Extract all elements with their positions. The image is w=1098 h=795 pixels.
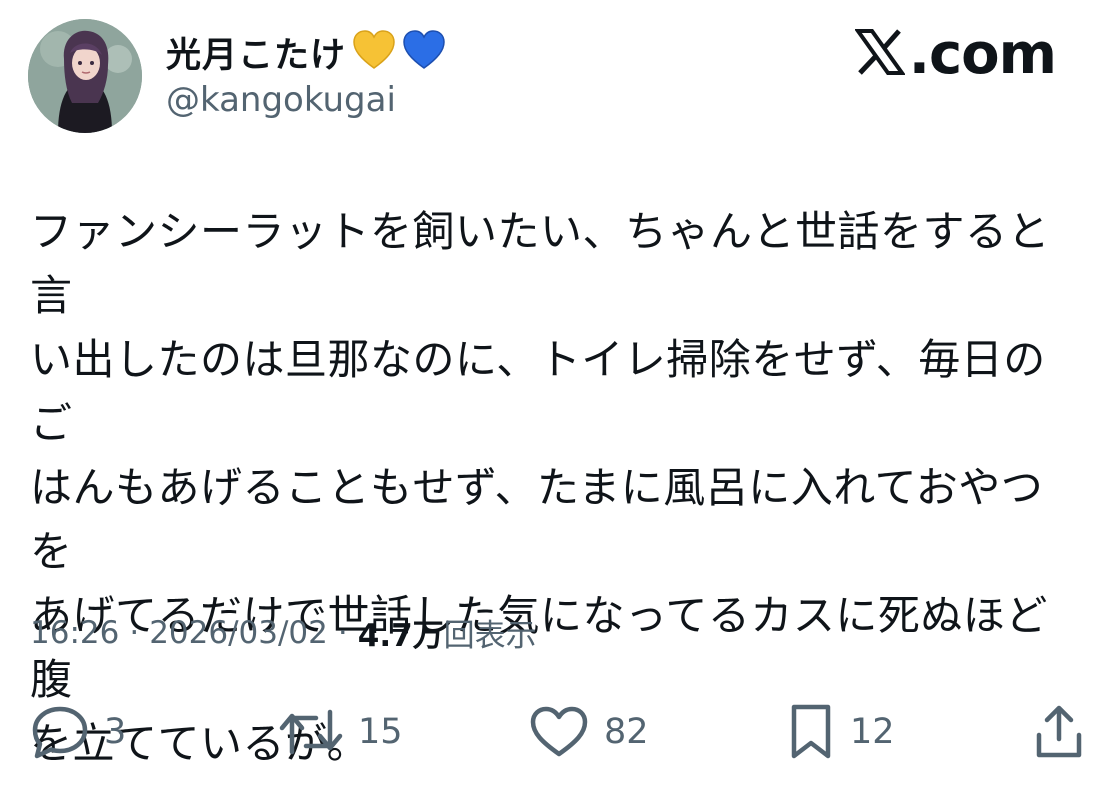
like-button[interactable]: 82 xyxy=(528,700,649,764)
x-logo-icon xyxy=(853,28,906,80)
heart-icon xyxy=(528,704,590,760)
avatar-illustration xyxy=(28,19,142,133)
reply-icon xyxy=(30,704,90,760)
meta-separator-2: · xyxy=(337,614,348,651)
tweet-date[interactable]: 2026/03/02 xyxy=(149,615,328,651)
meta-separator: · xyxy=(129,614,140,651)
bookmark-icon xyxy=(786,703,836,761)
bookmark-button[interactable]: 12 xyxy=(786,700,895,764)
reply-count: 3 xyxy=(104,712,127,752)
brand-logo: .com xyxy=(853,21,1057,87)
display-name[interactable]: 光月こたけ xyxy=(166,27,346,78)
views-count[interactable]: 4.7万 xyxy=(358,610,444,655)
share-icon xyxy=(1034,703,1084,761)
retweet-icon xyxy=(278,704,344,760)
share-button[interactable] xyxy=(1034,700,1084,764)
views-label: 回表示 xyxy=(443,618,537,654)
avatar[interactable] xyxy=(28,19,142,133)
retweet-count: 15 xyxy=(358,712,403,752)
user-handle[interactable]: @kangokugai xyxy=(166,80,396,120)
brand-domain: .com xyxy=(908,21,1057,87)
like-count: 82 xyxy=(604,712,649,752)
tweet-text: ファンシーラットを飼いたい、ちゃんと世話をすると言 い出したのは旦那なのに、トイ… xyxy=(30,207,1051,768)
retweet-button[interactable]: 15 xyxy=(278,700,403,764)
action-bar: 3 15 82 12 xyxy=(0,700,1098,764)
blue-heart-icon xyxy=(402,30,446,74)
bookmark-count: 12 xyxy=(850,712,895,752)
reply-button[interactable]: 3 xyxy=(30,700,126,764)
yellow-heart-icon xyxy=(352,30,396,74)
tweet-time[interactable]: 16:26 xyxy=(30,615,119,651)
tweet-meta: 16:26 · 2026/03/02 · 4.7万 回表示 xyxy=(30,610,537,655)
user-name-row: 光月こたけ xyxy=(166,22,446,82)
